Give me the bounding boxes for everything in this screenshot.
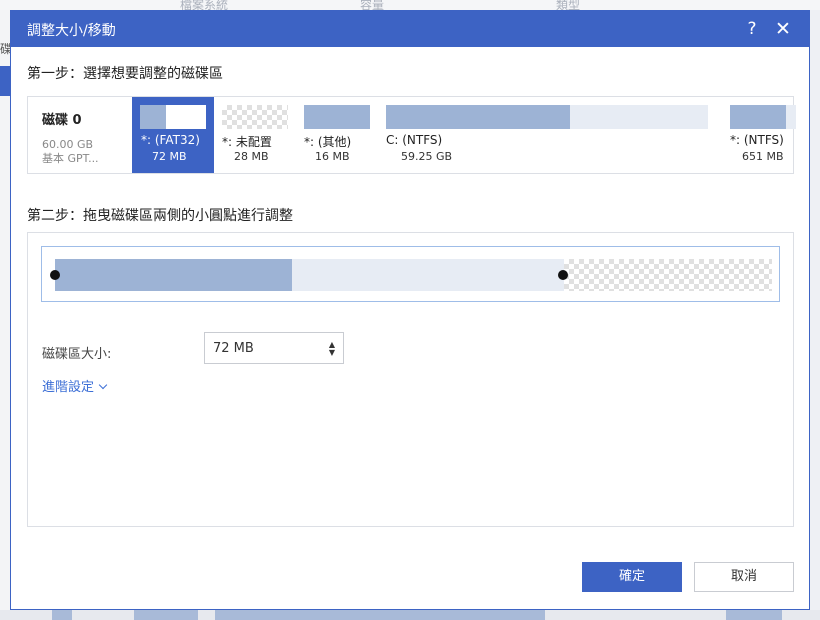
question-icon: ?	[747, 19, 757, 39]
step2-label: 第二步：拖曳磁碟區兩側的小圓點進行調整	[27, 208, 293, 224]
partition-label: *: 未配置	[222, 135, 272, 149]
advanced-settings-label: 進階設定	[42, 380, 95, 395]
disk-name: 磁碟 0	[42, 113, 82, 128]
resize-track	[41, 246, 780, 302]
right-resize-handle[interactable]	[558, 270, 568, 280]
bg-disk-bar	[215, 610, 545, 620]
partition-bar-used	[140, 105, 167, 129]
partition-label: *: (NTFS)	[730, 133, 784, 147]
close-button[interactable]: ✕	[771, 16, 795, 42]
background-header	[0, 0, 820, 10]
bg-disk-bar	[52, 610, 72, 620]
resize-move-dialog: 調整大小/移動 ? ✕ 第一步：選擇想要調整的磁碟區 磁碟 0 60.00 GB…	[10, 10, 810, 610]
partition-bar-used	[730, 105, 787, 129]
help-button[interactable]: ?	[740, 16, 764, 42]
partition-size: 72 MB	[152, 150, 187, 163]
partition-size-label: 磁碟區大小:	[42, 347, 112, 362]
partition-label: *: (FAT32)	[141, 133, 200, 147]
resize-unallocated-space	[564, 259, 772, 291]
partition-size: 16 MB	[315, 150, 350, 163]
bg-disk-bar	[134, 610, 198, 620]
disk-type: 基本 GPT...	[42, 152, 99, 165]
partition-bar-used	[386, 105, 570, 129]
partition-size: 59.25 GB	[401, 150, 453, 163]
partition-bar-track	[140, 105, 206, 129]
disk-info: 磁碟 0 60.00 GB 基本 GPT...	[42, 109, 99, 166]
partition-fat32[interactable]: *: (FAT32) 72 MB	[132, 97, 214, 173]
resize-used-space	[55, 259, 292, 291]
partition-label: C: (NTFS)	[386, 133, 443, 147]
partition-size: 28 MB	[234, 150, 269, 163]
chevron-down-icon	[98, 380, 108, 390]
disk-strip: 磁碟 0 60.00 GB 基本 GPT... *: (FAT32) 72 MB…	[27, 96, 796, 174]
dialog-title: 調整大小/移動	[27, 23, 116, 39]
cancel-button[interactable]: 取消	[694, 562, 794, 592]
left-resize-handle[interactable]	[50, 270, 60, 280]
resize-panel: 磁碟區大小: 72 MB ▲ ▼ 進階設定	[27, 232, 794, 527]
partition-c-ntfs[interactable]: C: (NTFS) 59.25 GB	[378, 97, 718, 173]
partition-recovery-ntfs[interactable]: *: (NTFS) 651 MB	[722, 97, 796, 173]
partition-bar-track	[730, 105, 796, 129]
partition-bar-used	[304, 105, 370, 129]
partition-label: *: (其他)	[304, 135, 352, 149]
step1-label: 第一步：選擇想要調整的磁碟區	[27, 66, 223, 82]
partition-size-value: 72 MB	[213, 341, 254, 356]
advanced-settings-link[interactable]: 進階設定	[42, 376, 108, 395]
ok-button[interactable]: 確定	[582, 562, 682, 592]
partition-bar-unallocated	[222, 105, 288, 129]
dialog-titlebar: 調整大小/移動 ? ✕	[11, 11, 809, 47]
triangle-down-icon[interactable]: ▼	[327, 348, 337, 357]
partition-bar-track	[386, 105, 708, 129]
partition-other[interactable]: *: (其他) 16 MB	[296, 97, 376, 173]
partition-size-input[interactable]: 72 MB ▲ ▼	[204, 332, 344, 364]
partition-bar-track	[304, 105, 370, 129]
partition-size: 651 MB	[742, 150, 784, 163]
disk-size: 60.00 GB	[42, 138, 94, 151]
close-icon: ✕	[775, 18, 791, 40]
partition-unallocated[interactable]: *: 未配置 28 MB	[214, 97, 294, 173]
bg-disk-bar	[726, 610, 782, 620]
